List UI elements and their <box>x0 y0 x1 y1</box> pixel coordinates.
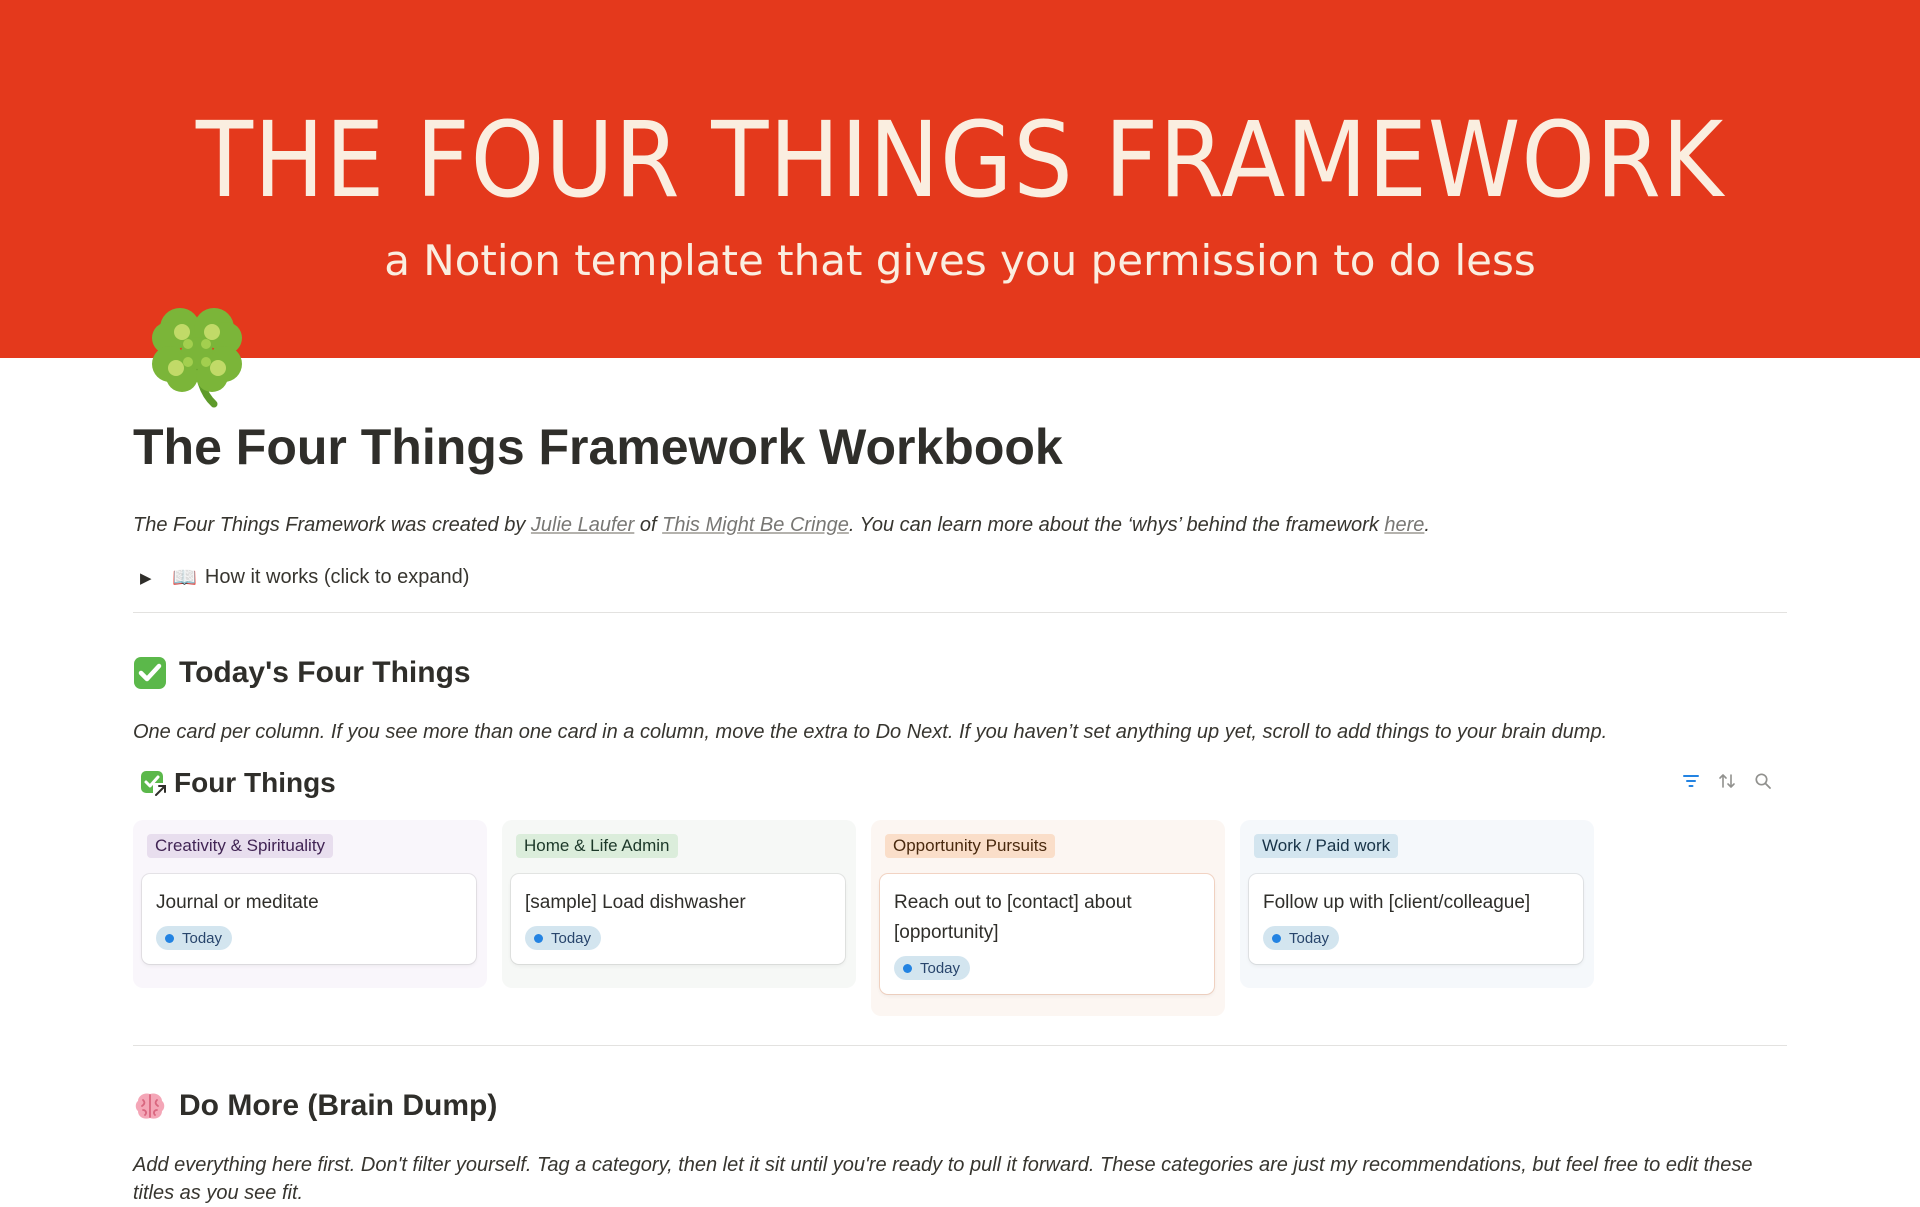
this-might-be-cringe-link[interactable]: This Might Be Cringe <box>662 514 849 536</box>
toggle-label: How it works (click to expand) <box>204 566 470 588</box>
status-badge: Today <box>525 926 602 950</box>
status-badge: Today <box>1263 926 1340 950</box>
column-tag[interactable]: Creativity & Spirituality <box>147 834 334 858</box>
column-tag[interactable]: Opportunity Pursuits <box>885 834 1056 858</box>
column-tag[interactable]: Home & Life Admin <box>516 834 678 858</box>
status-badge: Today <box>156 926 233 950</box>
author-link[interactable]: Julie Laufer <box>531 514 634 536</box>
board-column-home: Home & Life Admin [sample] Load dishwash… <box>502 820 856 988</box>
heading-text: Today's Four Things <box>179 656 471 689</box>
status-badge-label: Today <box>1289 929 1330 947</box>
page-title[interactable]: The Four Things Framework Workbook <box>133 420 1063 475</box>
todays-description: One card per column. If you see more tha… <box>133 721 1608 743</box>
toggle-triangle-icon[interactable]: ▶ <box>140 569 160 587</box>
database-link-icon <box>140 769 168 797</box>
board-card[interactable]: Journal or meditate Today <box>142 874 476 964</box>
board-column-opportunity: Opportunity Pursuits Reach out to [conta… <box>871 820 1225 1016</box>
cover-subtitle: a Notion template that gives you permiss… <box>384 236 1536 285</box>
heading-todays-four-things[interactable]: Today's Four Things <box>133 656 471 690</box>
heading-do-more[interactable]: Do More (Brain Dump) <box>133 1089 497 1123</box>
check-mark-button-icon <box>133 656 167 690</box>
board-column-work: Work / Paid work Follow up with [client/… <box>1240 820 1594 988</box>
board-column-creativity: Creativity & Spirituality Journal or med… <box>133 820 487 988</box>
column-tag[interactable]: Work / Paid work <box>1254 834 1399 858</box>
open-book-icon: 📖 <box>172 567 197 589</box>
sort-icon[interactable] <box>1716 770 1738 792</box>
card-title: Reach out to [contact] about [opportunit… <box>894 892 1132 943</box>
status-badge: Today <box>894 956 971 980</box>
status-dot-icon <box>1272 933 1281 943</box>
intro-text: of <box>634 514 663 536</box>
board-card[interactable]: [sample] Load dishwasher Today <box>511 874 845 964</box>
intro-text: . <box>1424 514 1430 536</box>
intro-text: . You can learn more about the ‘whys’ be… <box>848 514 1385 536</box>
cover-image: THE FOUR THINGS FRAMEWORK a Notion templ… <box>0 0 1920 358</box>
divider <box>133 612 1787 613</box>
heading-text: Do More (Brain Dump) <box>179 1089 498 1122</box>
database-title-text: Four Things <box>174 767 336 798</box>
status-badge-label: Today <box>920 959 961 977</box>
cover-title: THE FOUR THINGS FRAMEWORK <box>195 99 1725 221</box>
status-badge-label: Today <box>182 929 223 947</box>
card-title: [sample] Load dishwasher <box>525 892 746 913</box>
status-dot-icon <box>903 963 912 973</box>
card-title: Journal or meditate <box>156 892 319 913</box>
here-link[interactable]: here <box>1384 514 1424 536</box>
status-dot-icon <box>534 933 543 943</box>
database-toolbar <box>1680 770 1774 792</box>
card-title: Follow up with [client/colleague] <box>1263 892 1531 913</box>
search-icon[interactable] <box>1752 770 1774 792</box>
intro-text: The Four Things Framework was created by <box>133 514 531 536</box>
filter-icon[interactable] <box>1680 770 1702 792</box>
how-it-works-toggle[interactable]: ▶ 📖 How it works (click to expand) <box>140 565 469 590</box>
board-card[interactable]: Reach out to [contact] about [opportunit… <box>880 874 1214 994</box>
brain-icon <box>133 1089 167 1123</box>
status-dot-icon <box>165 933 174 943</box>
four-leaf-clover-icon[interactable] <box>142 298 252 410</box>
database-title[interactable]: Four Things <box>140 767 336 799</box>
intro-paragraph: The Four Things Framework was created by… <box>133 514 1430 537</box>
board-card[interactable]: Follow up with [client/colleague] Today <box>1249 874 1583 964</box>
divider <box>133 1045 1787 1046</box>
status-badge-label: Today <box>551 929 592 947</box>
